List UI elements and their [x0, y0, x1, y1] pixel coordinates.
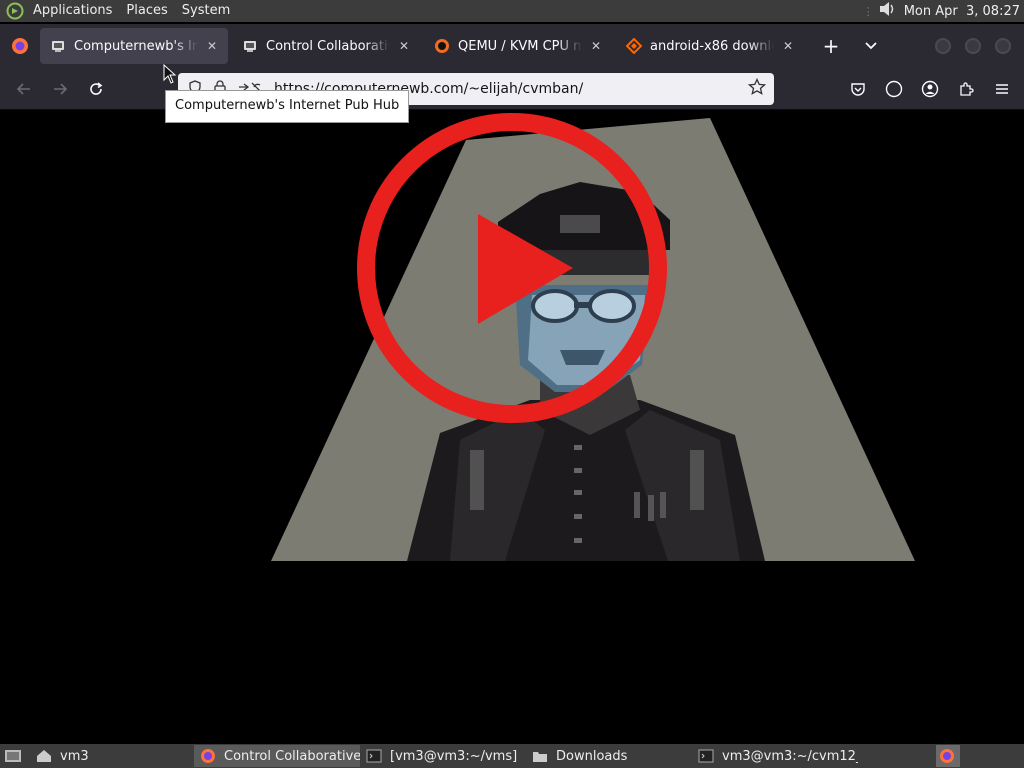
tab-title: android-x86 download | SourceForge.net — [650, 38, 774, 54]
top-panel: Applications Places System ⋮ Mon Apr 3, … — [0, 0, 1024, 22]
applications-menu[interactable]: Applications — [26, 0, 119, 22]
close-tab-icon[interactable]: ✕ — [588, 38, 604, 54]
reload-icon[interactable] — [80, 73, 112, 105]
close-tab-icon[interactable]: ✕ — [780, 38, 796, 54]
tab-computernewb-pub-hub[interactable]: Computernewb's Internet Pub Hub ✕ — [40, 28, 228, 64]
forward-arrow-icon[interactable] — [44, 73, 76, 105]
close-window-button[interactable] — [995, 38, 1011, 54]
task-label: Control Collaborative... — [224, 748, 360, 764]
clock[interactable]: Mon Apr 3, 08:27 — [904, 4, 1020, 19]
task-label: vm3@vm3:~/cvm12_2 — [722, 748, 858, 764]
firefox-icon — [200, 748, 216, 764]
taskbar-item-terminal-vms[interactable]: [vm3@vm3:~/vms] — [360, 745, 526, 767]
extensions-icon[interactable] — [950, 73, 982, 105]
distro-logo-icon[interactable] — [4, 0, 26, 22]
tab-title: Control Collaborative Virtual Machine! — [266, 38, 390, 54]
firefox-icon — [940, 749, 954, 763]
hamburger-menu-icon[interactable] — [986, 73, 1018, 105]
account-icon[interactable] — [914, 73, 946, 105]
folder-icon — [532, 748, 548, 764]
panel-handle-icon: ⋮ — [862, 4, 874, 18]
terminal-icon — [698, 748, 714, 764]
tab-strip: Computernewb's Internet Pub Hub ✕ Contro… — [0, 24, 1024, 68]
mouse-cursor-icon — [163, 63, 177, 88]
tab-tooltip: Computernewb's Internet Pub Hub — [165, 90, 410, 123]
close-tab-icon[interactable]: ✕ — [204, 38, 220, 54]
taskbar-item-vm3[interactable]: vm3 — [30, 745, 194, 767]
bookmark-star-icon[interactable] — [747, 77, 767, 100]
places-menu[interactable]: Places — [119, 0, 174, 22]
volume-icon[interactable] — [878, 0, 896, 22]
taskbar-item-firefox[interactable]: Control Collaborative... — [194, 745, 360, 767]
taskbar-item-downloads[interactable]: Downloads — [526, 745, 692, 767]
page-content — [0, 110, 1024, 744]
system-menu[interactable]: System — [175, 0, 237, 22]
bottom-taskbar: vm3 Control Collaborative... [vm3@vm3:~/… — [0, 744, 1024, 768]
tab-control-collaborative[interactable]: Control Collaborative Virtual Machine! ✕ — [232, 28, 420, 64]
maximize-button[interactable] — [965, 38, 981, 54]
banned-officer-artwork — [271, 113, 915, 561]
show-desktop-button[interactable] — [0, 745, 30, 767]
computernewb-icon — [242, 38, 258, 54]
tab-title: QEMU / KVM CPU model configuration — [458, 38, 582, 54]
tab-android-x86[interactable]: android-x86 download | SourceForge.net ✕ — [616, 28, 804, 64]
profile-circle-icon[interactable] — [878, 73, 910, 105]
tab-qemu-kvm[interactable]: QEMU / KVM CPU model configuration ✕ — [424, 28, 612, 64]
new-tab-button[interactable]: + — [816, 31, 846, 61]
firefox-view-icon[interactable] — [0, 24, 40, 68]
close-tab-icon[interactable]: ✕ — [396, 38, 412, 54]
minimize-button[interactable] — [935, 38, 951, 54]
pocket-icon[interactable] — [842, 73, 874, 105]
workspace-switcher[interactable] — [936, 745, 960, 767]
task-label: [vm3@vm3:~/vms] — [390, 748, 518, 764]
sourceforge-icon — [626, 38, 642, 54]
task-label: Downloads — [556, 748, 628, 764]
tab-title: Computernewb's Internet Pub Hub — [74, 38, 198, 54]
back-arrow-icon[interactable] — [8, 73, 40, 105]
taskbar-item-terminal-cvm[interactable]: vm3@vm3:~/cvm12_2 — [692, 745, 858, 767]
home-folder-icon — [36, 748, 52, 764]
computernewb-icon — [50, 38, 66, 54]
list-all-tabs-icon[interactable] — [856, 31, 886, 61]
qemu-icon — [434, 38, 450, 54]
terminal-icon — [366, 748, 382, 764]
navigation-toolbar: https://computernewb.com/~elijah/cvmban/ — [0, 68, 1024, 110]
task-label: vm3 — [60, 748, 89, 764]
